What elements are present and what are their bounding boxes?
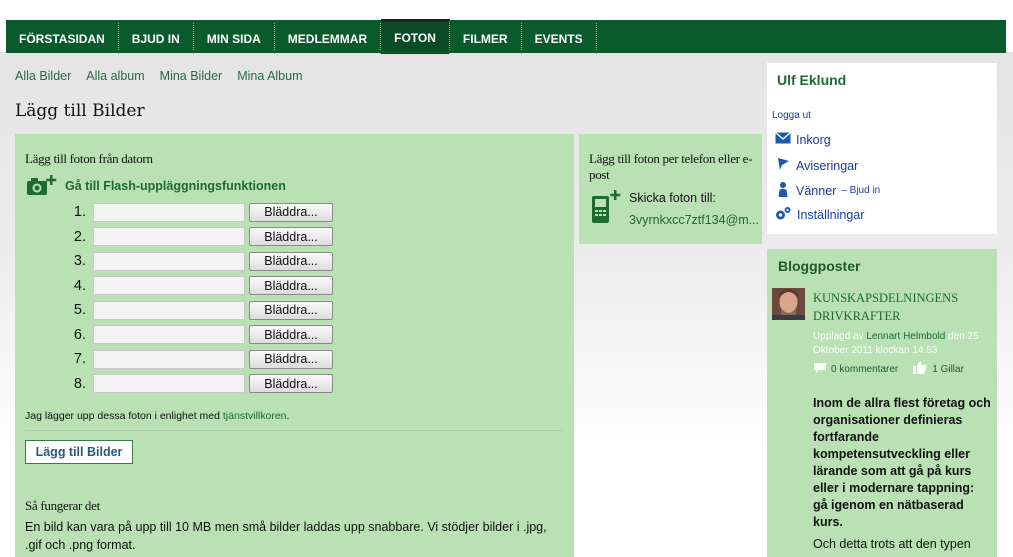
camera-add-icon xyxy=(25,173,59,204)
browse-button[interactable]: Bläddra... xyxy=(249,227,333,247)
file-row-number: 6. xyxy=(73,326,86,343)
author-avatar[interactable] xyxy=(772,288,805,320)
browse-button[interactable]: Bläddra... xyxy=(249,251,333,271)
post-excerpt: Inom de allra flest företag och organisa… xyxy=(813,396,991,529)
browse-button[interactable]: Bläddra... xyxy=(249,349,333,369)
likes-count: 1 Gillar xyxy=(932,363,964,375)
upload-panel: Lägg till foton från datorn Gå till Flas… xyxy=(15,134,574,557)
file-row: 8. Bläddra... xyxy=(71,372,333,397)
file-row: 1. Bläddra... xyxy=(71,200,333,225)
nav-item-förstasidan[interactable]: FÖRSTASIDAN xyxy=(6,23,119,54)
browse-button[interactable]: Bläddra... xyxy=(249,202,333,222)
file-path-field[interactable] xyxy=(93,349,245,369)
upload-heading: Lägg till foton från datorn xyxy=(25,151,153,166)
mobile-add-icon xyxy=(591,190,623,229)
settings-label: Inställningar xyxy=(797,208,865,222)
file-row-number: 4. xyxy=(73,277,86,294)
logout-link[interactable]: Logga ut xyxy=(772,110,811,121)
flag-icon xyxy=(775,157,791,174)
post-title-link[interactable]: KUNSKAPSDELNINGENS DRIVKRAFTER xyxy=(813,289,993,325)
friends-link[interactable]: Vänner – Bjud in xyxy=(775,181,880,200)
terms-link[interactable]: tjänstvillkoren xyxy=(223,410,287,422)
upload-email-address[interactable]: 3vyrnkxcc7ztf134@m... xyxy=(629,213,762,227)
like-icon[interactable] xyxy=(912,360,928,378)
nav-item-foton[interactable]: FOTON xyxy=(381,19,450,54)
phone-heading: Lägg till foton per telefon eller e-post xyxy=(589,151,753,182)
browse-button[interactable]: Bläddra... xyxy=(249,325,333,345)
file-path-field[interactable] xyxy=(93,325,245,345)
notifications-label: Aviseringar xyxy=(796,158,859,173)
terms-prefix: Jag lägger upp dessa foton i enlighet me… xyxy=(25,410,223,422)
add-photos-button[interactable]: Lägg till Bilder xyxy=(25,440,133,464)
post-author-link[interactable]: Lennart Helmbold xyxy=(866,331,945,342)
file-row-number: 3. xyxy=(73,253,86,270)
nav-strip xyxy=(6,51,1006,53)
file-path-field[interactable] xyxy=(93,227,245,247)
subnav-all-albums[interactable]: Alla album xyxy=(86,69,144,83)
nav-item-events[interactable]: EVENTS xyxy=(522,23,597,54)
user-name[interactable]: Ulf Eklund xyxy=(777,72,846,88)
file-path-field[interactable] xyxy=(93,202,245,222)
file-row-number: 5. xyxy=(73,302,86,319)
file-row-number: 2. xyxy=(73,228,86,245)
file-row-number: 8. xyxy=(73,375,86,392)
file-path-field[interactable] xyxy=(93,251,245,271)
file-row: 3. Bläddra... xyxy=(71,249,333,274)
nav-item-filmer[interactable]: FILMER xyxy=(450,23,522,54)
terms-suffix: . xyxy=(286,410,290,422)
flash-upload-link[interactable]: Gå till Flash-uppläggningsfunktionen xyxy=(65,179,286,193)
file-row: 5. Bläddra... xyxy=(71,298,333,323)
user-box: Ulf Eklund Logga ut Inkorg Aviseringar V… xyxy=(767,63,997,234)
post-meta: Upplagd av Lennart Helmbold den 25 Oktob… xyxy=(813,330,993,358)
blog-title: Bloggposter xyxy=(778,258,861,274)
inbox-link[interactable]: Inkorg xyxy=(775,132,831,147)
envelope-icon xyxy=(775,132,791,147)
subnav-my-photos[interactable]: Mina Bilder xyxy=(160,69,223,83)
invite-link[interactable]: – Bjud in xyxy=(841,185,880,196)
terms-text: Jag lägger upp dessa foton i enlighet me… xyxy=(25,410,289,422)
file-row-number: 7. xyxy=(73,351,86,368)
notifications-link[interactable]: Aviseringar xyxy=(775,157,858,174)
file-row-number: 1. xyxy=(73,204,86,221)
nav-item-bjud-in[interactable]: BJUD IN xyxy=(119,23,194,54)
post-excerpt-continued: Och detta trots att den typen xyxy=(813,537,971,551)
send-photos-label: Skicka foton till: xyxy=(629,191,716,205)
post-counts: 0 kommentarer 1 Gillar xyxy=(813,360,964,378)
file-row: 7. Bläddra... xyxy=(71,347,333,372)
file-rows: 1. Bläddra... 2. Bläddra... 3. Bläddra... 4. Bl… xyxy=(71,200,333,396)
blog-panel: Bloggposter KUNSKAPSDELNINGENS DRIVKRAFT… xyxy=(767,249,997,557)
main-nav: FÖRSTASIDAN BJUD IN MIN SIDA MEDLEMMAR FOTON… xyxy=(6,19,1006,54)
file-path-field[interactable] xyxy=(93,374,245,394)
file-path-field[interactable] xyxy=(93,276,245,296)
sub-nav: Alla Bilder Alla album Mina Bilder Mina … xyxy=(15,69,303,83)
gear-icon xyxy=(775,206,792,224)
phone-upload-panel: Lägg till foton per telefon eller e-post… xyxy=(579,134,762,244)
page-title: Lägg till Bilder xyxy=(15,101,145,121)
meta-prefix: Upplagd av xyxy=(813,331,867,342)
file-row: 4. Bläddra... xyxy=(71,274,333,299)
file-row: 2. Bläddra... xyxy=(71,225,333,250)
divider xyxy=(25,430,563,431)
comments-count[interactable]: 0 kommentarer xyxy=(831,364,898,375)
friends-label: Vänner xyxy=(796,183,837,198)
comment-icon xyxy=(813,362,827,377)
file-path-field[interactable] xyxy=(93,300,245,320)
how-it-works-text: En bild kan vara på upp till 10 MB men s… xyxy=(25,520,547,552)
nav-item-min-sida[interactable]: MIN SIDA xyxy=(194,23,275,54)
subnav-all-photos[interactable]: Alla Bilder xyxy=(15,69,71,83)
settings-link[interactable]: Inställningar xyxy=(775,206,864,224)
subnav-my-albums[interactable]: Mina Album xyxy=(237,69,302,83)
nav-item-medlemmar[interactable]: MEDLEMMAR xyxy=(275,23,382,54)
file-row: 6. Bläddra... xyxy=(71,323,333,348)
browse-button[interactable]: Bläddra... xyxy=(249,276,333,296)
browse-button[interactable]: Bläddra... xyxy=(249,300,333,320)
person-icon xyxy=(775,181,791,200)
browse-button[interactable]: Bläddra... xyxy=(249,374,333,394)
inbox-label: Inkorg xyxy=(796,132,831,147)
how-it-works-heading: Så fungerar det xyxy=(25,498,100,513)
